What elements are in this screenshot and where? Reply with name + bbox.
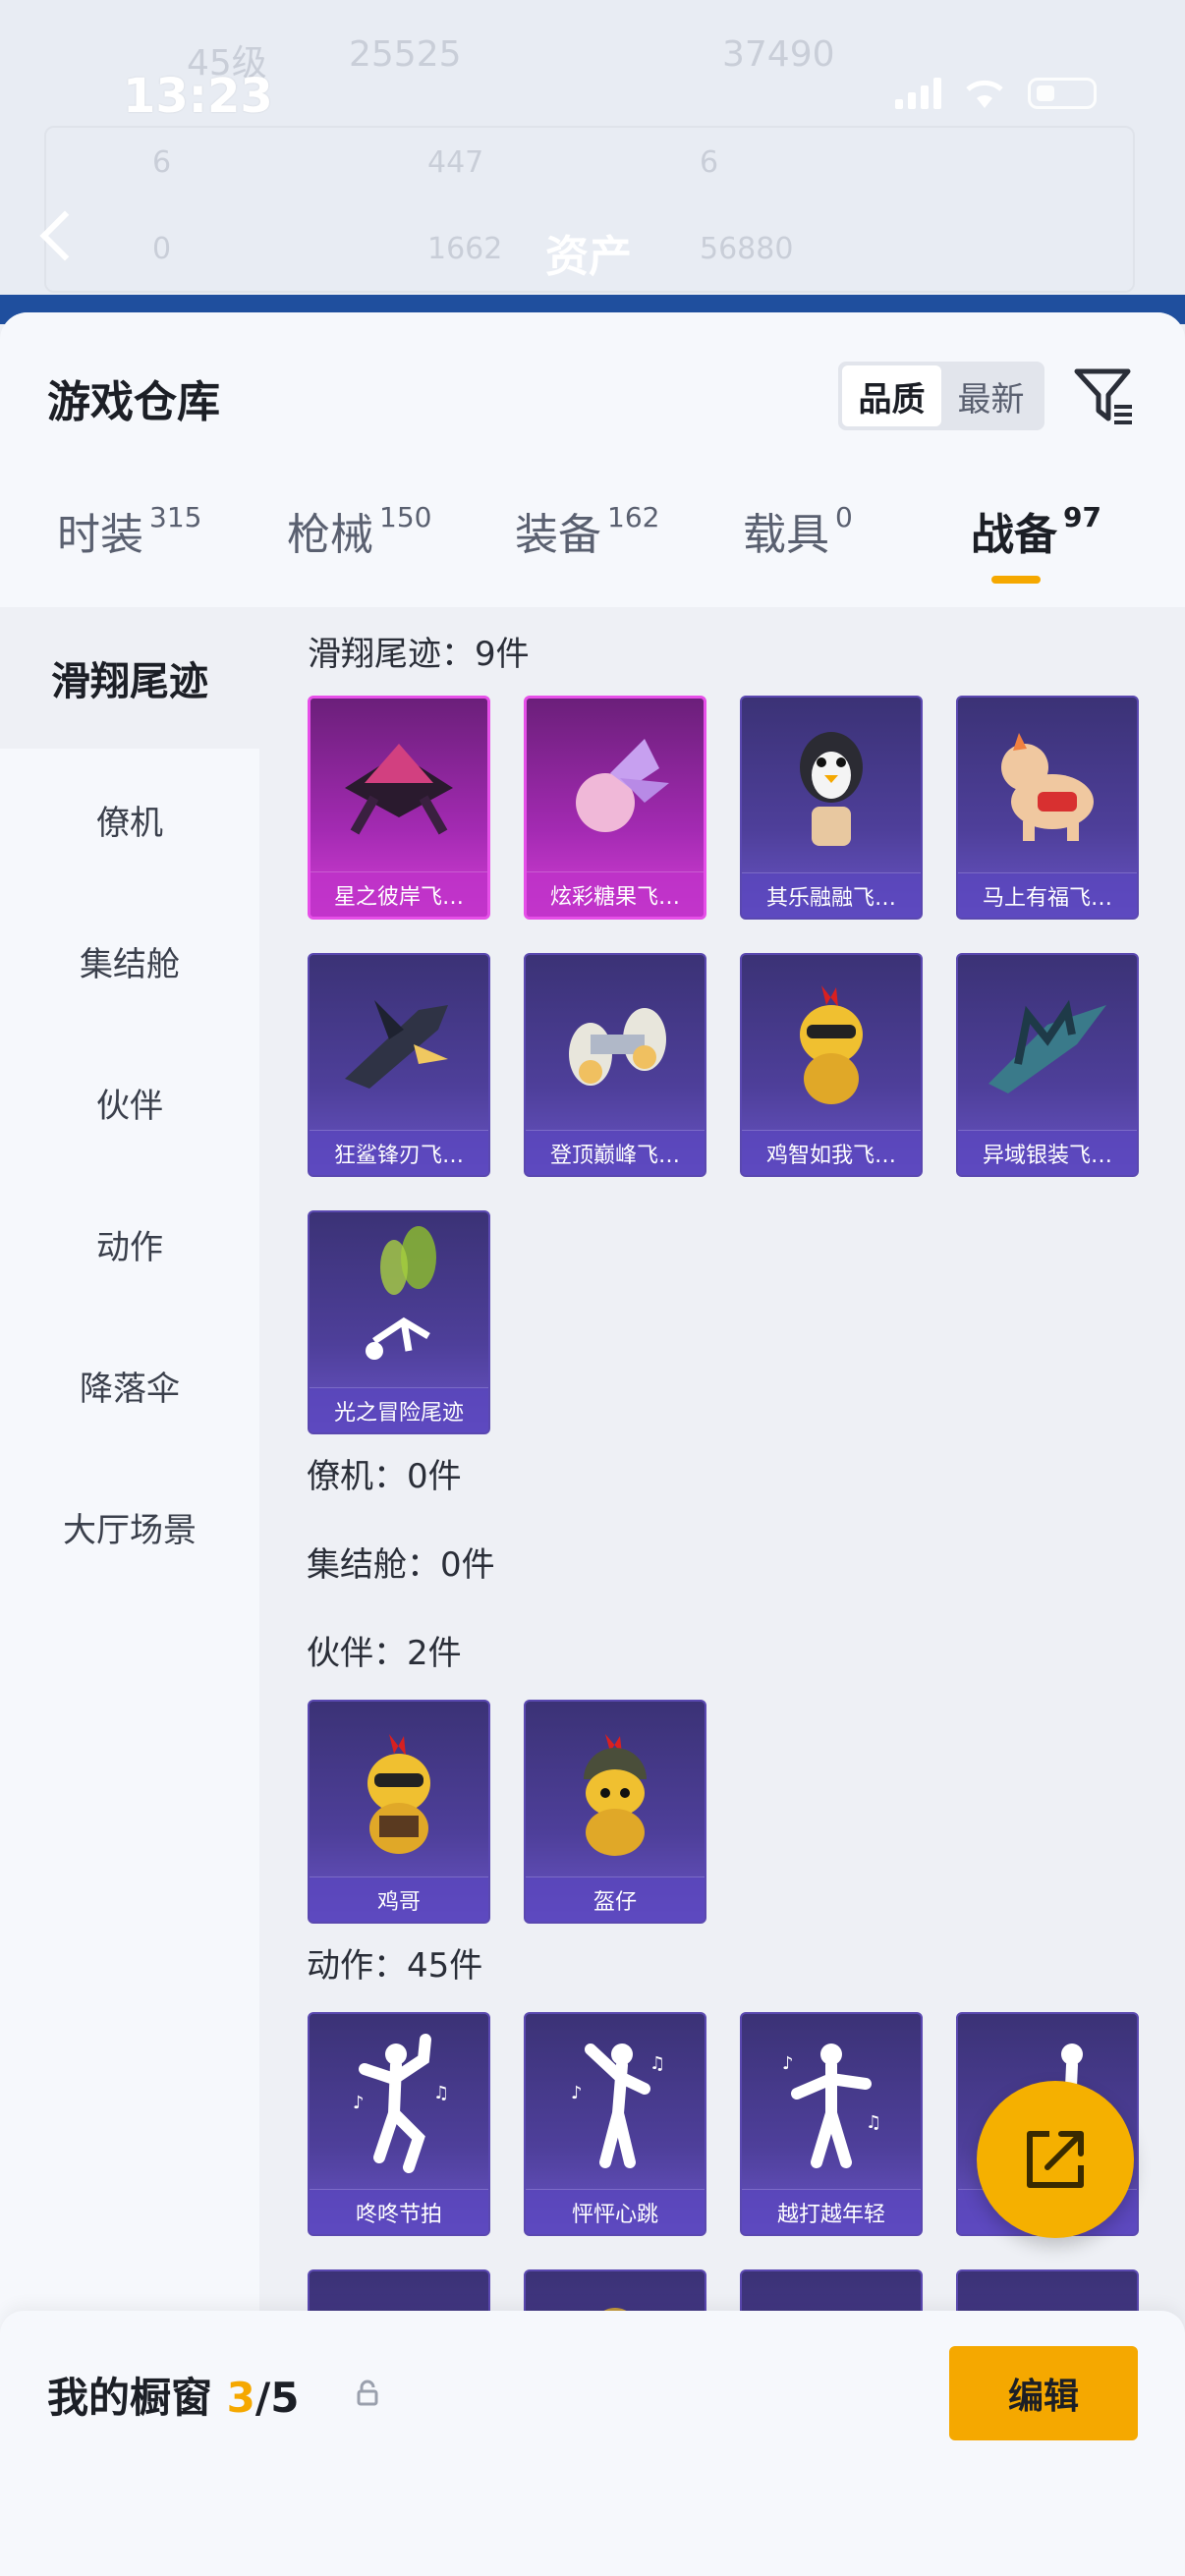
item-name: 登顶巅峰飞… <box>526 1130 705 1175</box>
item-art <box>742 698 921 876</box>
item-card[interactable]: 狂鲨锋刃飞… <box>308 953 490 1177</box>
item-card[interactable]: 光之冒险尾迹 <box>308 1210 490 1434</box>
ghost-stat: 1662 <box>427 232 503 266</box>
tab-vehicles[interactable]: 载具 0 <box>743 499 853 562</box>
item-art <box>310 699 487 877</box>
battery-icon <box>1028 78 1097 109</box>
tab-firearms[interactable]: 枪械 150 <box>287 499 431 562</box>
item-art <box>526 1702 705 1880</box>
item-name: 炫彩糖果飞… <box>527 871 704 917</box>
item-name: 狂鲨锋刃飞… <box>310 1130 488 1175</box>
item-art <box>958 955 1137 1134</box>
item-card[interactable]: 异域银装飞… <box>956 953 1139 1177</box>
item-art <box>742 955 921 1134</box>
svg-text:♫: ♫ <box>649 2053 665 2074</box>
ghost-stat: 0 <box>152 232 172 266</box>
svg-text:♪: ♪ <box>353 2093 365 2113</box>
status-time: 13:23 <box>123 69 273 124</box>
section-title-pod: 集结舱：0件 <box>307 1545 495 1585</box>
sheet-header: 游戏仓库 品质 最新 时装 315 枪械 150 装备 162 载具 0 战备 97 <box>0 312 1185 607</box>
status-icons <box>895 77 1097 110</box>
svg-text:♪: ♪ <box>782 2053 794 2074</box>
background-header: 45级 25525 37490 6 447 6 0 1662 资产 56880 … <box>0 0 1185 324</box>
svg-text:♫: ♫ <box>866 2112 881 2133</box>
item-art <box>310 955 488 1134</box>
wifi-icon <box>966 80 1003 108</box>
tab-indicator <box>991 576 1041 584</box>
section-title-emote: 动作：45件 <box>307 1946 483 1986</box>
sidebar: 滑翔尾迹 僚机 集结舱 伙伴 动作 降落伞 大厅场景 <box>0 607 259 2576</box>
item-name: 异域银装飞… <box>958 1130 1137 1175</box>
item-card[interactable]: 星之彼岸飞… <box>308 696 490 920</box>
item-name: 鸡哥 <box>310 1876 488 1922</box>
sidebar-item-parachute[interactable]: 降落伞 <box>0 1315 259 1456</box>
showcase-count-current: 3 <box>226 2374 255 2422</box>
item-art: ♪ ♫ <box>526 2014 705 2193</box>
item-name: 其乐融融飞… <box>742 872 921 918</box>
item-name: 鸡智如我飞… <box>742 1130 921 1175</box>
item-card[interactable]: 鸡智如我飞… <box>740 953 923 1177</box>
page-title: 游戏仓库 <box>47 377 220 427</box>
item-card[interactable]: ♪ ♫ 怦怦心跳 <box>524 2012 706 2236</box>
edit-button[interactable]: 编辑 <box>949 2346 1138 2440</box>
share-icon <box>1027 2131 1084 2188</box>
tab-battle-prep[interactable]: 战备 97 <box>971 499 1101 562</box>
sidebar-item-partner[interactable]: 伙伴 <box>0 1032 259 1173</box>
sidebar-item-pod[interactable]: 集结舱 <box>0 890 259 1032</box>
sort-option-latest[interactable]: 最新 <box>941 365 1041 426</box>
svg-text:♫: ♫ <box>433 2083 449 2103</box>
svg-text:♪: ♪ <box>571 2083 583 2103</box>
warehouse-sheet: 游戏仓库 品质 最新 时装 315 枪械 150 装备 162 载具 0 战备 97 滑翔… <box>0 312 1185 2576</box>
content-area: 滑翔尾迹：9件 星之彼岸飞… 炫彩糖果飞… 其乐融融飞… 马上有福飞… 狂鲨锋刃… <box>259 607 1185 2576</box>
item-name: 盔仔 <box>526 1876 705 1922</box>
item-art <box>527 699 704 877</box>
sidebar-item-glide-trail[interactable]: 滑翔尾迹 <box>0 607 259 749</box>
item-name: 咚咚节拍 <box>310 2189 488 2234</box>
filter-icon[interactable] <box>1071 362 1140 430</box>
tab-fashion[interactable]: 时装 315 <box>57 499 201 562</box>
ghost-stat: 37490 <box>722 34 835 75</box>
item-card[interactable]: 马上有福飞… <box>956 696 1139 920</box>
ghost-stat: 447 <box>427 145 484 180</box>
section-title-glide: 滑翔尾迹：9件 <box>308 635 530 674</box>
showcase-count-total: /5 <box>254 2374 300 2422</box>
lock-icon <box>357 2380 378 2406</box>
item-name: 星之彼岸飞… <box>310 871 487 917</box>
item-name: 马上有福飞… <box>958 872 1137 918</box>
item-card[interactable]: 其乐融融飞… <box>740 696 923 920</box>
category-tabs: 时装 315 枪械 150 装备 162 载具 0 战备 97 <box>0 499 1185 607</box>
ghost-stat: 56880 <box>700 232 794 266</box>
sort-option-quality[interactable]: 品质 <box>842 365 941 426</box>
item-card[interactable]: 鸡哥 <box>308 1700 490 1924</box>
section-title-wingman: 僚机：0件 <box>307 1457 462 1496</box>
tab-equipment[interactable]: 装备 162 <box>515 499 659 562</box>
item-card[interactable]: ♪ ♫ 越打越年轻 <box>740 2012 923 2236</box>
item-art <box>958 698 1137 876</box>
item-card[interactable]: 盔仔 <box>524 1700 706 1924</box>
ghost-stat: 25525 <box>349 34 462 75</box>
ghost-stat: 6 <box>700 145 719 180</box>
item-art <box>310 1702 488 1880</box>
sidebar-item-wingman[interactable]: 僚机 <box>0 749 259 890</box>
ghost-stat: 6 <box>152 145 172 180</box>
ghost-header-title: 资产 <box>545 232 632 282</box>
section-title-partner: 伙伴：2件 <box>307 1634 462 1673</box>
showcase-bar: 我的橱窗 3/5 编辑 <box>0 2311 1185 2576</box>
signal-icon <box>895 78 941 109</box>
item-art: ♪ ♫ <box>742 2014 921 2193</box>
item-name: 光之冒险尾迹 <box>310 1387 488 1432</box>
sidebar-item-emote[interactable]: 动作 <box>0 1173 259 1315</box>
item-name: 怦怦心跳 <box>526 2189 705 2234</box>
sort-toggle: 品质 最新 <box>838 362 1044 430</box>
item-name: 越打越年轻 <box>742 2189 921 2234</box>
item-card[interactable]: 炫彩糖果飞… <box>524 696 706 920</box>
sidebar-item-lobby-scene[interactable]: 大厅场景 <box>0 1456 259 1597</box>
item-card[interactable]: 登顶巅峰飞… <box>524 953 706 1177</box>
showcase-title: 我的橱窗 3/5 <box>47 2374 300 2422</box>
item-art <box>310 1212 488 1391</box>
item-card[interactable]: ♪ ♫ 咚咚节拍 <box>308 2012 490 2236</box>
item-art: ♪ ♫ <box>310 2014 488 2193</box>
item-art <box>526 955 705 1134</box>
share-button[interactable] <box>977 2081 1134 2238</box>
